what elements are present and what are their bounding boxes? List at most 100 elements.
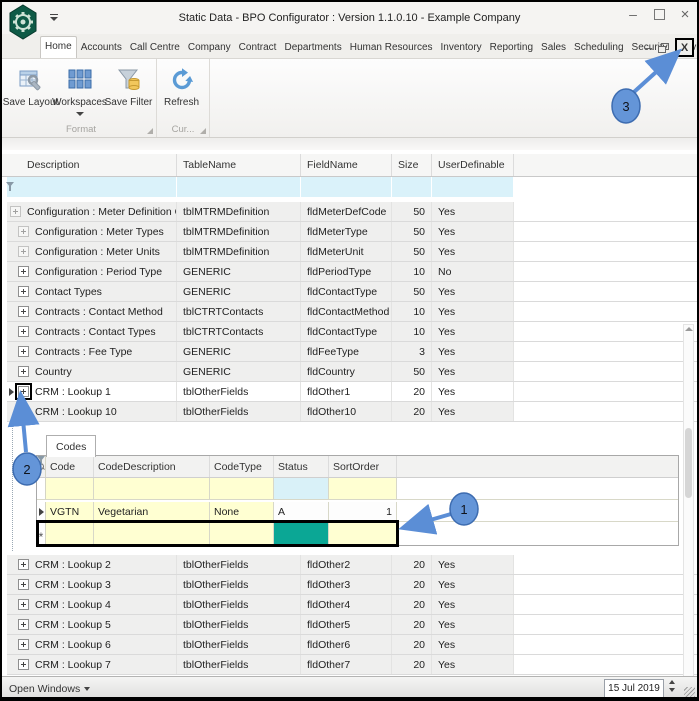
cell-codedescription[interactable]: Vegetarian xyxy=(94,502,210,521)
tab-reporting[interactable]: Reporting xyxy=(486,38,537,58)
minimize-button[interactable]: – xyxy=(625,6,641,22)
filter-cell[interactable] xyxy=(46,478,94,499)
expand-button[interactable] xyxy=(15,403,32,420)
tab-call-centre[interactable]: Call Centre xyxy=(126,38,184,58)
filter-cell[interactable] xyxy=(329,478,397,499)
table-row[interactable]: Country GENERIC fldCountry 50 Yes xyxy=(7,362,697,382)
filter-cell[interactable] xyxy=(432,177,514,197)
scroll-up-icon[interactable] xyxy=(685,327,693,331)
filter-cell[interactable] xyxy=(301,177,392,197)
column-header-codetype[interactable]: CodeType xyxy=(210,456,274,477)
table-row[interactable]: CRM : Lookup 1 tblOtherFields fldOther1 … xyxy=(7,382,697,402)
date-spin-down-icon[interactable] xyxy=(669,688,675,692)
tab-home[interactable]: Home xyxy=(40,36,77,58)
save-layout-button[interactable]: Save Layout xyxy=(6,63,55,108)
workspaces-button[interactable]: Workspaces xyxy=(55,63,104,116)
cell-sortorder[interactable]: 1 xyxy=(329,502,397,521)
expand-button[interactable] xyxy=(15,576,32,593)
codes-filter-row[interactable] xyxy=(37,478,678,500)
table-row[interactable]: CRM : Lookup 7 tblOtherFields fldOther7 … xyxy=(7,655,697,675)
expand-button[interactable] xyxy=(15,223,32,240)
codes-data-row[interactable]: VGTN Vegetarian None A 1 xyxy=(37,502,678,522)
table-row[interactable]: Configuration : Meter Definition Codes t… xyxy=(7,202,697,222)
new-cell-sortorder[interactable] xyxy=(329,522,397,545)
tab-company[interactable]: Company xyxy=(184,38,235,58)
column-header-codedescription[interactable]: CodeDescription xyxy=(94,456,210,477)
expand-button[interactable] xyxy=(15,343,32,360)
dialog-launcher-icon[interactable] xyxy=(200,128,206,134)
column-header-code[interactable]: Code xyxy=(46,456,94,477)
expand-button[interactable] xyxy=(15,556,32,573)
table-row[interactable]: CRM : Lookup 5 tblOtherFields fldOther5 … xyxy=(7,615,697,635)
expand-button[interactable] xyxy=(15,283,32,300)
expand-button[interactable] xyxy=(15,243,32,260)
quick-access-dropdown-icon[interactable] xyxy=(50,14,58,21)
expand-button[interactable] xyxy=(15,323,32,340)
expand-button[interactable] xyxy=(15,303,32,320)
table-row[interactable]: Configuration : Meter Units tblMTRMDefin… xyxy=(7,242,697,262)
tab-departments[interactable]: Departments xyxy=(280,38,345,58)
close-button[interactable]: × xyxy=(677,6,693,22)
refresh-button[interactable]: Refresh xyxy=(157,63,206,108)
expand-button[interactable] xyxy=(15,383,32,400)
filter-cell[interactable] xyxy=(210,478,274,499)
column-header-fieldname[interactable]: FieldName xyxy=(301,154,392,176)
tab-accounts[interactable]: Accounts xyxy=(77,38,126,58)
expand-button[interactable] xyxy=(15,616,32,633)
dialog-launcher-icon[interactable] xyxy=(147,128,153,134)
cell-code[interactable]: VGTN xyxy=(46,502,94,521)
expand-button[interactable] xyxy=(15,363,32,380)
table-row[interactable]: Contracts : Contact Types tblCTRTContact… xyxy=(7,322,697,342)
table-row[interactable]: Configuration : Meter Types tblMTRMDefin… xyxy=(7,222,697,242)
table-row[interactable]: CRM : Lookup 6 tblOtherFields fldOther6 … xyxy=(7,635,697,655)
filter-cell[interactable] xyxy=(7,177,177,197)
expand-button[interactable] xyxy=(15,596,32,613)
tab-inventory[interactable]: Inventory xyxy=(437,38,486,58)
open-windows-button[interactable]: Open Windows xyxy=(2,683,90,695)
column-header-sortorder[interactable]: SortOrder xyxy=(329,456,397,477)
grid-filter-row[interactable] xyxy=(7,177,697,197)
table-row[interactable]: CRM : Lookup 10 tblOtherFields fldOther1… xyxy=(7,402,697,422)
document-minimize-button[interactable]: – xyxy=(645,43,652,53)
table-row[interactable]: Configuration : Period Type GENERIC fldP… xyxy=(7,262,697,282)
table-row[interactable]: CRM : Lookup 2 tblOtherFields fldOther2 … xyxy=(7,555,697,575)
column-header-description[interactable]: Description xyxy=(7,154,177,176)
date-spin-up-icon[interactable] xyxy=(669,680,675,684)
column-header-userdefinable[interactable]: UserDefinable xyxy=(432,154,514,176)
column-header-size[interactable]: Size xyxy=(392,154,432,176)
tab-codes[interactable]: Codes xyxy=(46,435,96,457)
column-header-status[interactable]: Status xyxy=(274,456,329,477)
tab-sales[interactable]: Sales xyxy=(537,38,570,58)
date-field[interactable]: 15 Jul 2019 xyxy=(604,679,664,698)
cell-codetype[interactable]: None xyxy=(210,502,274,521)
new-cell-codetype[interactable] xyxy=(210,522,274,545)
tab-human-resources[interactable]: Human Resources xyxy=(346,38,437,58)
filter-cell[interactable] xyxy=(177,177,301,197)
scrollbar-thumb[interactable] xyxy=(685,428,692,498)
tab-contract[interactable]: Contract xyxy=(235,38,281,58)
filter-cell[interactable] xyxy=(94,478,210,499)
table-row[interactable]: CRM : Lookup 4 tblOtherFields fldOther4 … xyxy=(7,595,697,615)
maximize-button[interactable] xyxy=(654,9,665,20)
document-restore-icon[interactable] xyxy=(658,43,669,53)
tab-scheduling[interactable]: Scheduling xyxy=(570,38,627,58)
resize-grip[interactable] xyxy=(684,687,695,698)
new-cell-status-selected[interactable] xyxy=(274,522,329,545)
table-row[interactable]: Contact Types GENERIC fldContactType 50 … xyxy=(7,282,697,302)
expand-button[interactable] xyxy=(15,636,32,653)
filter-cell[interactable] xyxy=(392,177,432,197)
vertical-scrollbar[interactable] xyxy=(683,324,694,676)
cell-status[interactable]: A xyxy=(274,502,329,521)
expand-button[interactable] xyxy=(15,656,32,673)
table-row[interactable]: Contracts : Fee Type GENERIC fldFeeType … xyxy=(7,342,697,362)
codes-new-row[interactable]: * xyxy=(37,522,678,545)
expand-button[interactable] xyxy=(7,203,24,220)
new-cell-codedescription[interactable] xyxy=(94,522,210,545)
filter-cell-status[interactable] xyxy=(274,478,329,499)
expand-button[interactable] xyxy=(15,263,32,280)
column-header-tablename[interactable]: TableName xyxy=(177,154,301,176)
save-filter-button[interactable]: Save Filter xyxy=(104,63,153,108)
table-row[interactable]: CRM : Lookup 3 tblOtherFields fldOther3 … xyxy=(7,575,697,595)
document-close-button-highlighted[interactable]: X xyxy=(675,38,694,57)
table-row[interactable]: Contracts : Contact Method tblCTRTContac… xyxy=(7,302,697,322)
